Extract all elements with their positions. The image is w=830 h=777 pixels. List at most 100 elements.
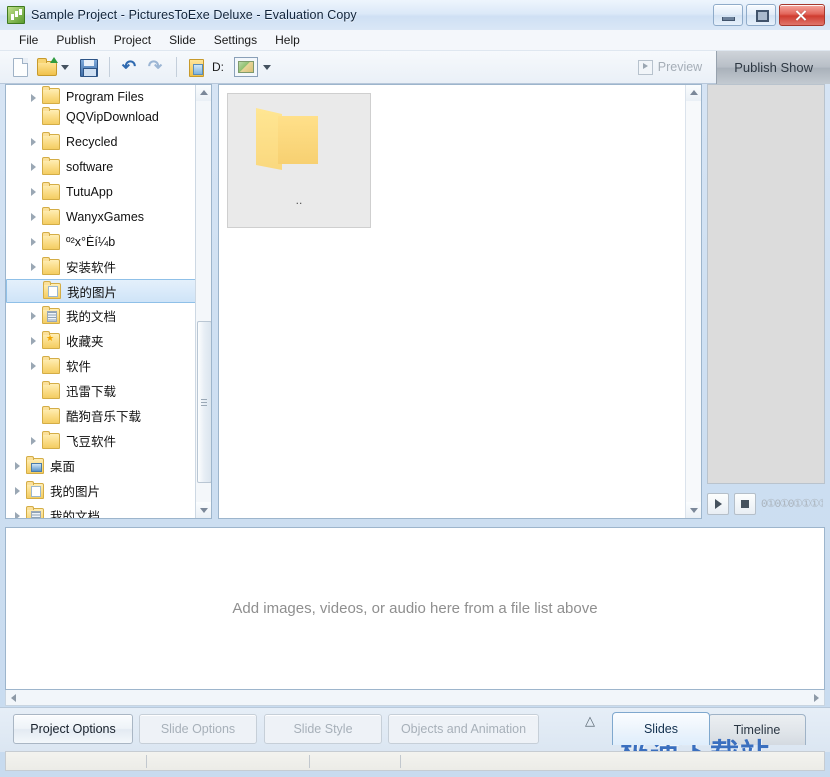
expand-arrow-icon[interactable] xyxy=(28,136,40,148)
tree-item-mojibake[interactable]: º²x°Èí¼b xyxy=(6,229,211,254)
expand-arrow-icon[interactable] xyxy=(28,236,40,248)
collapse-panel-button[interactable] xyxy=(580,720,602,740)
tree-item-ruanjian[interactable]: 软件 xyxy=(6,353,211,378)
tree-item-tutuapp[interactable]: TutuApp xyxy=(6,179,211,204)
folder-pictures-icon xyxy=(26,483,44,499)
tree-item-install-software[interactable]: 安装软件 xyxy=(6,254,211,279)
tree-item-feidou-software[interactable]: 飞豆软件 xyxy=(6,428,211,453)
drive-folder-icon xyxy=(189,59,204,77)
scroll-down-arrow-icon[interactable] xyxy=(196,502,212,518)
chevron-down-icon[interactable] xyxy=(263,65,271,70)
tree-item-label: WanyxGames xyxy=(66,210,144,224)
expand-arrow-icon[interactable] xyxy=(12,510,24,520)
tree-item-label: Program Files xyxy=(66,90,144,104)
expand-arrow-icon[interactable] xyxy=(28,435,40,447)
tab-slides[interactable]: Slides xyxy=(612,712,710,745)
window-controls xyxy=(713,4,825,26)
tree-item-software[interactable]: software xyxy=(6,154,211,179)
file-list-panel[interactable]: .. xyxy=(218,84,702,519)
redo-button[interactable]: ↷ xyxy=(143,55,167,79)
scrollbar-thumb[interactable] xyxy=(197,321,212,483)
tree-item-wanyxgames[interactable]: WanyxGames xyxy=(6,204,211,229)
tree-item-kugou-music-downloads[interactable]: 酷狗音乐下载 xyxy=(6,403,211,428)
expand-arrow-icon[interactable] xyxy=(28,211,40,223)
tree-item-label: TutuApp xyxy=(66,185,113,199)
slide-list-drop-area[interactable]: Add images, videos, or audio here from a… xyxy=(5,527,825,690)
file-grid: .. xyxy=(219,85,701,228)
scroll-left-arrow-icon[interactable] xyxy=(8,690,23,704)
menu-item-file[interactable]: File xyxy=(10,30,47,50)
tree-item-desktop[interactable]: 桌面 xyxy=(6,453,211,478)
stop-button[interactable] xyxy=(734,493,756,515)
chevron-down-icon[interactable] xyxy=(61,65,69,70)
scroll-up-arrow-icon[interactable] xyxy=(686,85,702,101)
folder-desktop-icon xyxy=(26,458,44,474)
folder-documents-icon xyxy=(42,308,60,324)
objects-and-animation-button[interactable]: Objects and Animation xyxy=(388,714,539,744)
expand-arrow-icon[interactable] xyxy=(28,261,40,273)
expand-arrow-placeholder-icon xyxy=(28,111,40,123)
file-list-vertical-scrollbar[interactable] xyxy=(685,85,701,518)
tree-item-label: 我的文档 xyxy=(50,506,100,519)
preview-image-area[interactable] xyxy=(707,84,825,484)
expand-arrow-icon[interactable] xyxy=(28,186,40,198)
tree-item-xunlei-downloads[interactable]: 迅雷下载 xyxy=(6,378,211,403)
scroll-up-arrow-icon[interactable] xyxy=(196,85,212,101)
open-project-button[interactable] xyxy=(34,55,58,79)
folder-large-icon xyxy=(256,108,318,172)
tree-item-program-files[interactable]: Program Files xyxy=(6,85,211,104)
expand-arrow-icon[interactable] xyxy=(12,485,24,497)
tree-item-my-pictures-root[interactable]: 我的图片 xyxy=(6,478,211,503)
tree-item-favorites[interactable]: 收藏夹 xyxy=(6,328,211,353)
tree-item-qqvipdownload[interactable]: QQVipDownload xyxy=(6,104,211,129)
preview-play-icon xyxy=(638,60,653,75)
tree-item-recycled[interactable]: Recycled xyxy=(6,129,211,154)
save-icon xyxy=(80,59,98,77)
folder-icon xyxy=(42,159,60,175)
expand-arrow-icon[interactable] xyxy=(28,335,40,347)
undo-button[interactable]: ↶ xyxy=(117,55,141,79)
file-tile-parent-folder[interactable]: .. xyxy=(227,93,371,228)
menu-item-publish[interactable]: Publish xyxy=(47,30,104,50)
menu-item-help[interactable]: Help xyxy=(266,30,309,50)
image-view-icon[interactable] xyxy=(234,57,258,77)
expand-arrow-icon[interactable] xyxy=(28,310,40,322)
tab-timeline[interactable]: Timeline xyxy=(708,714,806,745)
status-bar xyxy=(5,751,825,771)
slide-list-horizontal-scrollbar[interactable] xyxy=(5,690,825,706)
expand-arrow-icon[interactable] xyxy=(28,360,40,372)
scroll-down-arrow-icon[interactable] xyxy=(686,502,702,518)
publish-show-button[interactable]: Publish Show xyxy=(716,51,830,84)
expand-arrow-icon[interactable] xyxy=(28,92,40,104)
slide-style-button[interactable]: Slide Style xyxy=(264,714,382,744)
new-project-button[interactable] xyxy=(8,55,32,79)
folder-icon xyxy=(42,433,60,449)
drive-label: D: xyxy=(212,60,224,74)
slide-options-button[interactable]: Slide Options xyxy=(139,714,257,744)
save-project-button[interactable] xyxy=(76,55,100,79)
menu-item-settings[interactable]: Settings xyxy=(205,30,266,50)
drive-selector-button[interactable] xyxy=(184,55,208,79)
minimize-button[interactable] xyxy=(713,4,743,26)
folder-icon xyxy=(42,109,60,125)
tree-item-my-documents-root[interactable]: 我的文档 xyxy=(6,503,211,519)
project-options-button[interactable]: Project Options xyxy=(13,714,133,744)
tree-vertical-scrollbar[interactable] xyxy=(195,85,211,518)
play-button[interactable] xyxy=(707,493,729,515)
folder-tree-panel[interactable]: Program Files QQVipDownload Recycled sof… xyxy=(5,84,212,519)
main-content: Program Files QQVipDownload Recycled sof… xyxy=(5,84,825,524)
maximize-button[interactable] xyxy=(746,4,776,26)
menu-item-project[interactable]: Project xyxy=(105,30,160,50)
scroll-right-arrow-icon[interactable] xyxy=(807,690,822,704)
tree-item-label: 我的文档 xyxy=(66,306,116,325)
menu-item-slide[interactable]: Slide xyxy=(160,30,205,50)
preview-button[interactable]: Preview xyxy=(624,51,716,83)
tree-item-my-documents[interactable]: 我的文档 xyxy=(6,303,211,328)
tree-item-my-pictures-selected[interactable]: 我的图片 xyxy=(6,279,196,303)
expand-arrow-icon[interactable] xyxy=(12,460,24,472)
close-button[interactable] xyxy=(779,4,825,26)
status-separator xyxy=(309,755,310,768)
expand-arrow-icon[interactable] xyxy=(28,161,40,173)
folder-icon xyxy=(42,209,60,225)
application-window: Sample Project - PicturesToExe Deluxe - … xyxy=(0,0,830,777)
